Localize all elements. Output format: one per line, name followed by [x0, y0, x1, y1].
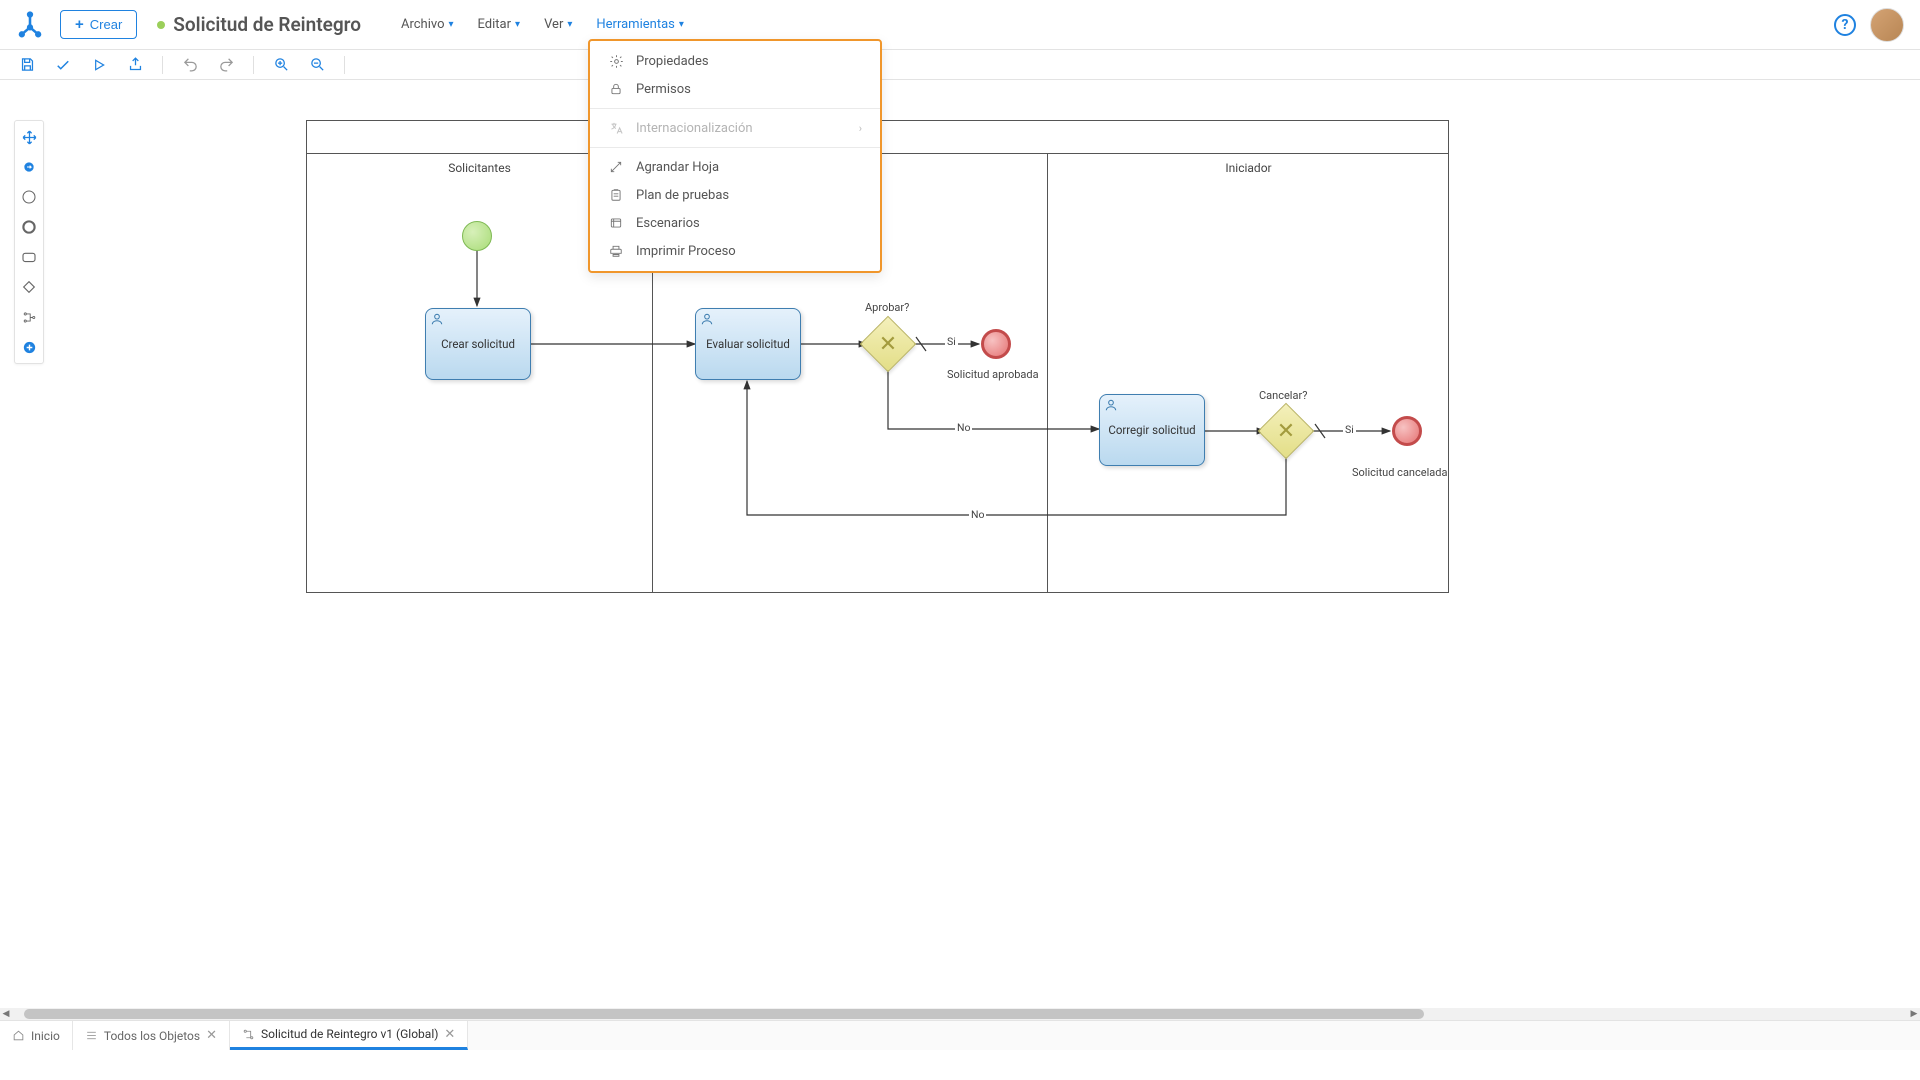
- app-logo-icon[interactable]: [16, 11, 44, 39]
- toolbar-separator: [253, 56, 254, 74]
- home-icon: [12, 1029, 25, 1042]
- bpmn-gateway-cancelar[interactable]: ✕: [1266, 411, 1306, 451]
- dd-permisos[interactable]: Permisos: [590, 75, 880, 103]
- user-icon: [430, 312, 444, 326]
- menu-herramientas[interactable]: Herramientas▾: [596, 17, 684, 32]
- bpmn-end-event-cancelada[interactable]: [1392, 416, 1422, 446]
- end-event-label: Solicitud aprobada: [947, 368, 1039, 381]
- gear-icon: [608, 53, 624, 69]
- scroll-left-icon[interactable]: ◀: [0, 1009, 12, 1019]
- flow-label-no: No: [955, 421, 972, 434]
- chevron-down-icon: ▾: [679, 19, 684, 30]
- diagram-canvas[interactable]: Solicitud de Reintegro Solicitantes Auto…: [240, 80, 1680, 780]
- scroll-right-icon[interactable]: ▶: [1908, 1009, 1920, 1019]
- canvas-scroll[interactable]: Solicitud de Reintegro Solicitantes Auto…: [0, 80, 1920, 1050]
- dd-plan-pruebas[interactable]: Plan de pruebas: [590, 181, 880, 209]
- tab-inicio[interactable]: Inicio: [0, 1021, 73, 1050]
- close-icon[interactable]: ✕: [206, 1028, 217, 1043]
- dd-internacionalizacion: Internacionalización ›: [590, 114, 880, 142]
- export-icon[interactable]: [126, 56, 144, 74]
- redo-icon[interactable]: [217, 56, 235, 74]
- list-icon: [85, 1029, 98, 1042]
- plus-icon: +: [75, 17, 84, 32]
- zoom-out-icon[interactable]: [308, 56, 326, 74]
- top-bar: + Crear Solicitud de Reintegro Archivo▾ …: [0, 0, 1920, 50]
- bpmn-task-corregir[interactable]: Corregir solicitud: [1099, 394, 1205, 466]
- clipboard-icon: [608, 187, 624, 203]
- gateway-label: Aprobar?: [865, 301, 909, 314]
- dd-imprimir[interactable]: Imprimir Proceso: [590, 237, 880, 265]
- dropdown-separator: [590, 108, 880, 109]
- bottom-tab-bar: Inicio Todos los Objetos ✕ Solicitud de …: [0, 1020, 1920, 1050]
- dd-escenarios[interactable]: Escenarios: [590, 209, 880, 237]
- user-icon: [700, 312, 714, 326]
- menu-archivo[interactable]: Archivo▾: [401, 17, 454, 32]
- check-icon[interactable]: [54, 56, 72, 74]
- menu-ver[interactable]: Ver▾: [544, 17, 572, 32]
- list-icon: [608, 215, 624, 231]
- help-icon[interactable]: ?: [1834, 14, 1856, 36]
- status-dot-icon: [157, 21, 165, 29]
- chevron-down-icon: ▾: [515, 19, 520, 30]
- tab-solicitud-reintegro[interactable]: Solicitud de Reintegro v1 (Global) ✕: [230, 1021, 468, 1050]
- workspace: Solicitud de Reintegro Solicitantes Auto…: [0, 80, 1920, 1050]
- expand-icon: [608, 159, 624, 175]
- scroll-thumb[interactable]: [24, 1009, 1424, 1019]
- print-icon: [608, 243, 624, 259]
- flow-label-no: No: [969, 508, 986, 521]
- bpmn-gateway-aprobar[interactable]: ✕: [868, 324, 908, 364]
- flow-label-si: Si: [945, 335, 958, 348]
- close-icon[interactable]: ✕: [444, 1027, 455, 1042]
- play-icon[interactable]: [90, 56, 108, 74]
- tab-todos-objetos[interactable]: Todos los Objetos ✕: [73, 1021, 230, 1050]
- lane-separator: [1047, 153, 1048, 592]
- dd-agrandar-hoja[interactable]: Agrandar Hoja: [590, 153, 880, 181]
- flow-label-si: Si: [1343, 423, 1356, 436]
- save-icon[interactable]: [18, 56, 36, 74]
- user-avatar[interactable]: [1870, 8, 1904, 42]
- user-icon: [1104, 398, 1118, 412]
- create-button-label: Crear: [90, 17, 123, 32]
- bpmn-task-evaluar[interactable]: Evaluar solicitud: [695, 308, 801, 380]
- chevron-right-icon: ›: [859, 122, 862, 135]
- end-event-label: Solicitud cancelada: [1352, 466, 1447, 479]
- chevron-down-icon: ▾: [567, 19, 572, 30]
- action-toolbar: [0, 50, 1920, 80]
- menu-editar[interactable]: Editar▾: [478, 17, 521, 32]
- dd-propiedades[interactable]: Propiedades: [590, 47, 880, 75]
- bpmn-end-event-aprobada[interactable]: [981, 329, 1011, 359]
- zoom-in-icon[interactable]: [272, 56, 290, 74]
- main-menu: Archivo▾ Editar▾ Ver▾ Herramientas▾: [401, 17, 684, 32]
- toolbar-separator: [344, 56, 345, 74]
- bpmn-task-crear[interactable]: Crear solicitud: [425, 308, 531, 380]
- process-icon: [242, 1028, 255, 1041]
- title-block: Solicitud de Reintegro: [157, 13, 361, 36]
- page-title: Solicitud de Reintegro: [173, 13, 361, 36]
- gateway-label: Cancelar?: [1259, 389, 1307, 402]
- create-button[interactable]: + Crear: [60, 10, 137, 39]
- lane-header-iniciador: Iniciador: [1047, 153, 1450, 185]
- chevron-down-icon: ▾: [449, 19, 454, 30]
- horizontal-scrollbar[interactable]: ◀ ▶: [0, 1008, 1920, 1020]
- toolbar-separator: [162, 56, 163, 74]
- dropdown-separator: [590, 147, 880, 148]
- undo-icon[interactable]: [181, 56, 199, 74]
- lock-icon: [608, 81, 624, 97]
- translate-icon: [608, 120, 624, 136]
- bpmn-start-event[interactable]: [462, 221, 492, 251]
- herramientas-dropdown: Propiedades Permisos Internacionalizació…: [588, 39, 882, 273]
